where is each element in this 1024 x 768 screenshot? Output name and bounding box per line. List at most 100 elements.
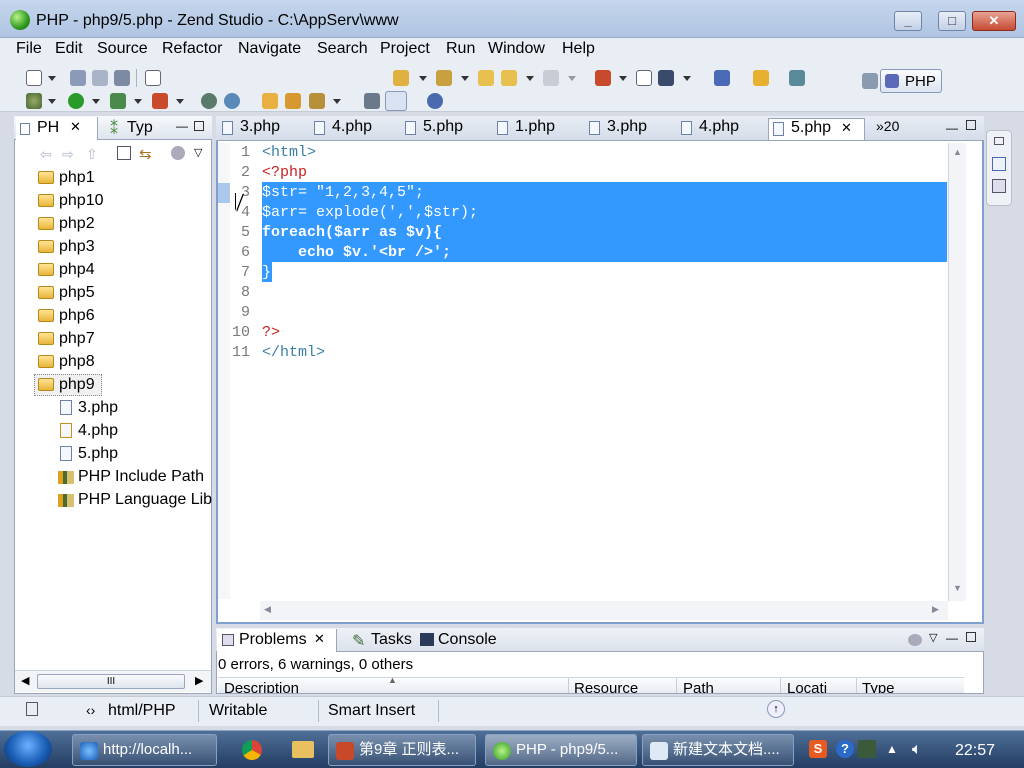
clock[interactable]: 22:57 — [955, 742, 995, 760]
new-icon[interactable] — [26, 70, 42, 86]
outline-icon[interactable] — [992, 157, 1006, 171]
back-nav-icon[interactable]: ⇦ — [40, 146, 52, 163]
search-tool-icon[interactable] — [309, 93, 325, 109]
up-nav-icon[interactable]: ⇧ — [86, 146, 98, 163]
sync-icon[interactable] — [658, 70, 674, 86]
menu-search[interactable]: Search — [317, 40, 368, 58]
editor-tab-1php[interactable]: 1.php — [493, 118, 555, 140]
scroll-right-icon[interactable]: ▶ — [195, 674, 203, 687]
tree-item-3php[interactable]: 3.php — [78, 399, 118, 417]
fast-view-icon[interactable] — [26, 702, 38, 716]
progress-icon[interactable]: ↑ — [767, 700, 785, 718]
scroll-up-icon[interactable]: ▲ — [953, 147, 962, 157]
volume-icon[interactable]: 🔈︎ — [912, 741, 922, 759]
menu-source[interactable]: Source — [97, 40, 148, 58]
minimize-view-icon[interactable]: — — [176, 119, 188, 133]
tab-overflow[interactable]: »20 — [876, 118, 899, 134]
open-folder-icon[interactable] — [262, 93, 278, 109]
tab-type-hierarchy[interactable]: Typ — [127, 119, 153, 137]
maximize-editor-icon[interactable] — [966, 120, 976, 130]
sogou-icon[interactable]: S — [809, 740, 827, 758]
tree-item-php6[interactable]: php6 — [59, 307, 95, 325]
explorer-icon[interactable] — [292, 741, 314, 758]
code-line-11[interactable]: </html> — [262, 344, 325, 361]
maximize-button[interactable]: □ — [938, 11, 966, 31]
menu-help[interactable]: Help — [562, 40, 595, 58]
globe-icon[interactable] — [427, 93, 443, 109]
blank-icon[interactable] — [636, 70, 652, 86]
minimize-view-icon[interactable]: — — [946, 631, 958, 645]
view-menu-icon[interactable]: ▽ — [929, 631, 937, 644]
print-icon[interactable] — [114, 70, 130, 86]
show-hidden-icons[interactable]: ▲ — [886, 742, 898, 756]
filter-icon[interactable] — [908, 634, 922, 646]
link-editor-icon[interactable]: ⇆ — [139, 145, 152, 163]
chrome-icon[interactable] — [242, 740, 262, 760]
browser-icon[interactable] — [224, 93, 240, 109]
forward-icon[interactable] — [543, 70, 559, 86]
task-list-icon[interactable] — [992, 179, 1006, 193]
start-button[interactable] — [4, 731, 52, 767]
tab-problems[interactable]: Problems — [239, 631, 307, 649]
scroll-left-icon[interactable]: ◀ — [264, 604, 271, 615]
new-dropdown-icon[interactable] — [48, 76, 56, 81]
code-line-5[interactable]: foreach($arr as $v){ — [262, 224, 442, 241]
back-dropdown-icon[interactable] — [526, 76, 534, 81]
scroll-right-icon[interactable]: ▶ — [932, 604, 939, 615]
code-line-6[interactable]: echo $v.'<br />'; — [262, 244, 451, 261]
minimize-button[interactable]: _ — [894, 11, 922, 31]
mark-occurrences-icon[interactable] — [385, 91, 407, 111]
debug-dropdown-icon[interactable] — [48, 99, 56, 104]
close-tab-icon[interactable]: ✕ — [841, 120, 852, 136]
tree-item-language-lib[interactable]: PHP Language Lib — [78, 491, 212, 509]
last-edit-icon[interactable] — [478, 70, 494, 86]
code-line-10[interactable]: ?> — [262, 324, 280, 341]
taskbar-ppt[interactable]: 第9章 正则表... — [328, 734, 476, 766]
next-annotation-dropdown-icon[interactable] — [419, 76, 427, 81]
minimize-editor-icon[interactable]: — — [946, 121, 958, 135]
profile-dropdown-icon[interactable] — [176, 99, 184, 104]
menu-refactor[interactable]: Refactor — [162, 40, 222, 58]
taskbar-ie[interactable]: http://localh... — [72, 734, 217, 766]
column-type[interactable]: Type — [862, 680, 895, 693]
column-path[interactable]: Path — [683, 680, 714, 693]
scroll-thumb[interactable]: III — [37, 674, 185, 689]
view-menu-icon[interactable]: ▽ — [194, 146, 202, 159]
tree-item-5php[interactable]: 5.php — [78, 445, 118, 463]
prev-annotation-dropdown-icon[interactable] — [461, 76, 469, 81]
editor-tab-3php-b[interactable]: 3.php — [585, 118, 647, 140]
maximize-view-icon[interactable] — [194, 121, 204, 131]
code-line-4[interactable]: $arr= explode(',',$str); — [262, 204, 478, 221]
left-hscrollbar[interactable]: ◀ III ▶ — [15, 670, 211, 692]
pin-dropdown-icon[interactable] — [619, 76, 627, 81]
editor-tab-4php-b[interactable]: 4.php — [677, 118, 739, 140]
code-line-1[interactable]: <html> — [262, 144, 316, 161]
editor-tab-5php-active[interactable]: 5.php ✕ — [768, 118, 865, 140]
tab-php-explorer[interactable]: PH — [37, 119, 59, 137]
editor-tab-5php[interactable]: 5.php — [401, 118, 463, 140]
tree-item-php5[interactable]: php5 — [59, 284, 95, 302]
editor-vscrollbar[interactable]: ▲ ▼ — [948, 143, 966, 601]
collapse-all-icon[interactable] — [117, 146, 131, 160]
editor-tab-3php[interactable]: 3.php — [218, 118, 280, 140]
sync-dropdown-icon[interactable] — [683, 76, 691, 81]
tray-app-icon[interactable] — [858, 740, 876, 758]
back-icon[interactable] — [501, 70, 517, 86]
editor-tab-4php[interactable]: 4.php — [310, 118, 372, 140]
window-icon[interactable] — [714, 70, 730, 86]
open-perspective-icon[interactable] — [862, 73, 878, 89]
debug-icon[interactable] — [26, 93, 42, 109]
tree-item-php2[interactable]: php2 — [59, 215, 95, 233]
close-tab-icon[interactable]: ✕ — [70, 119, 81, 135]
menu-project[interactable]: Project — [380, 40, 430, 58]
pin-icon[interactable] — [595, 70, 611, 86]
server-icon[interactable] — [201, 93, 217, 109]
run-external-dropdown-icon[interactable] — [134, 99, 142, 104]
scroll-down-icon[interactable]: ▼ — [953, 583, 962, 593]
scroll-left-icon[interactable]: ◀ — [21, 674, 29, 687]
tree-item-php8[interactable]: php8 — [59, 353, 95, 371]
tree-item-php7[interactable]: php7 — [59, 330, 95, 348]
column-description[interactable]: Description — [224, 680, 299, 693]
search-dropdown-icon[interactable] — [333, 99, 341, 104]
restore-icon[interactable] — [994, 137, 1004, 145]
